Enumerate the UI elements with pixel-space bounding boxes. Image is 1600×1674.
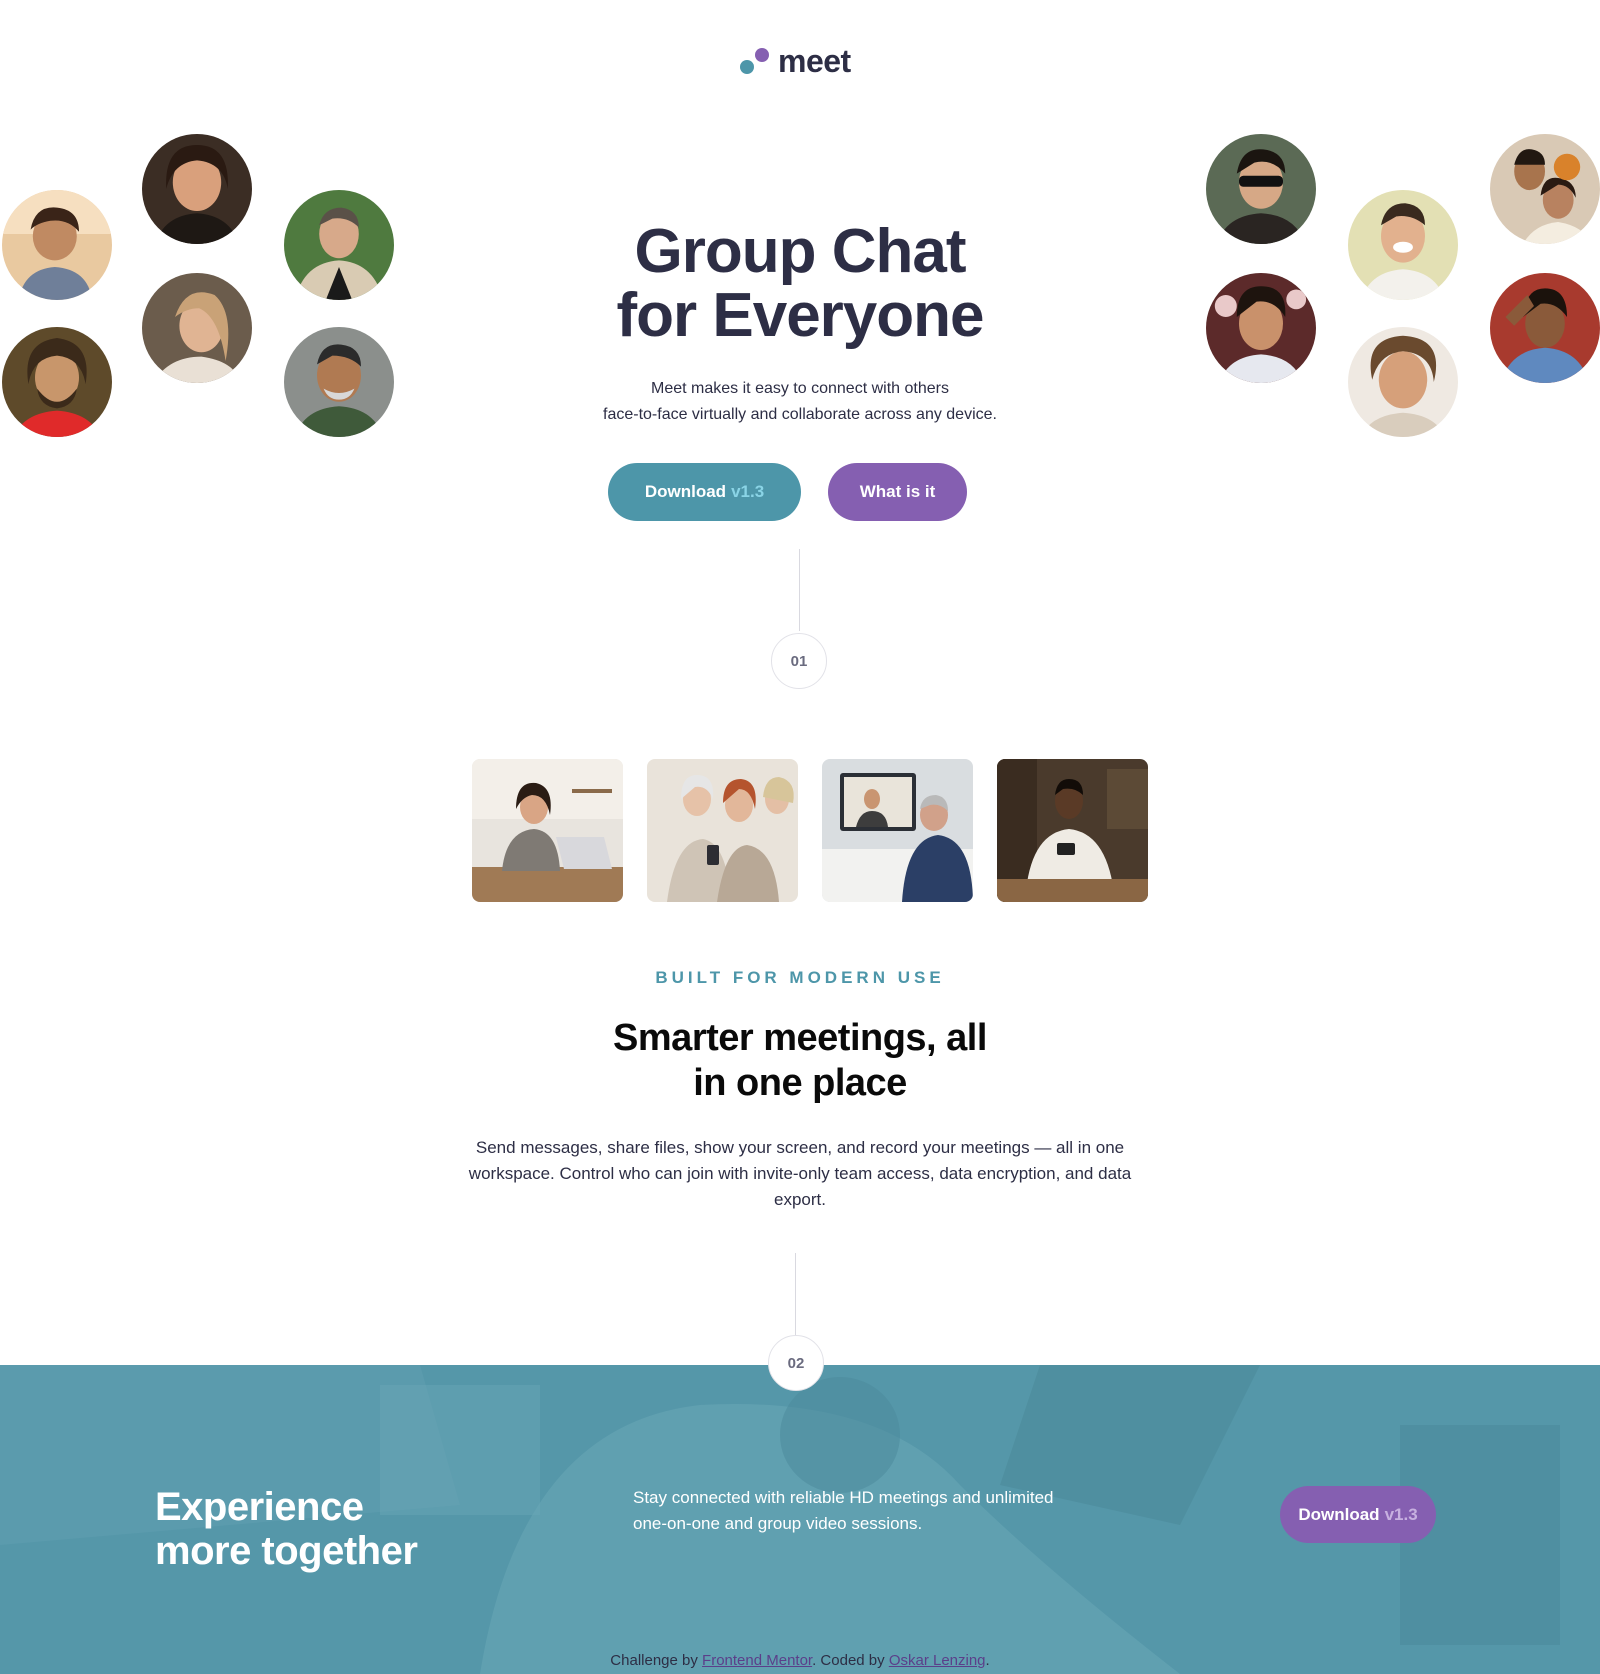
divider-line: [799, 549, 800, 631]
logo[interactable]: meet: [740, 44, 851, 78]
avatar: [142, 134, 252, 244]
band-description: Stay connected with reliable HD meetings…: [633, 1485, 1103, 1537]
step-marker-02: 02: [768, 1335, 824, 1391]
band-download-button[interactable]: Download v1.3: [1280, 1486, 1436, 1543]
download-label: Download: [644, 482, 727, 501]
avatar: [1206, 134, 1316, 244]
logo-mark-icon: [740, 44, 770, 78]
avatar: [142, 273, 252, 383]
section-eyebrow: BUILT FOR MODERN USE: [655, 968, 945, 987]
download-button[interactable]: Download v1.3: [608, 463, 801, 521]
attribution-suffix: .: [985, 1652, 990, 1669]
cta-band: Experience more together Stay connected …: [0, 1365, 1600, 1674]
section-title-line1: Smarter meetings, all: [613, 1017, 987, 1059]
avatar: [1490, 273, 1600, 383]
frontend-mentor-link[interactable]: Frontend Mentor: [702, 1652, 812, 1669]
what-is-it-label: What is it: [859, 482, 936, 501]
hero-title-line2: for Everyone: [616, 281, 984, 350]
avatar: [1206, 273, 1316, 383]
avatar: [1490, 134, 1600, 244]
section-description: Send messages, share files, show your sc…: [468, 1138, 1132, 1209]
photo-man-with-phone: [997, 759, 1148, 902]
hero-title: Group Chat for Everyone: [550, 220, 1050, 348]
band-text-line1: Stay connected with reliable HD meetings…: [633, 1488, 1054, 1507]
author-link[interactable]: Oskar Lenzing: [889, 1652, 986, 1669]
logo-text: meet: [778, 43, 851, 79]
photo-women-with-phone: [647, 759, 798, 902]
band-title-line1: Experience: [155, 1485, 364, 1529]
hero-text-line2: face-to-face virtually and collaborate a…: [603, 406, 997, 423]
attribution-prefix: Challenge by: [610, 1652, 698, 1669]
avatar: [284, 190, 394, 300]
avatar: [2, 190, 112, 300]
attribution: Challenge by Frontend Mentor. Coded by O…: [0, 1652, 1600, 1669]
band-title: Experience more together: [155, 1485, 475, 1573]
avatar: [2, 327, 112, 437]
divider-line: [795, 1253, 796, 1335]
avatar: [284, 327, 394, 437]
band-download-label: Download: [1298, 1504, 1380, 1524]
step-marker-01: 01: [771, 633, 827, 689]
attribution-middle: . Coded by: [812, 1652, 885, 1669]
avatar: [1348, 327, 1458, 437]
download-version: v1.3: [731, 482, 765, 501]
photo-woman-at-laptop: [472, 759, 623, 902]
hero-title-line1: Group Chat: [634, 217, 967, 286]
hero-text-line1: Meet makes it easy to connect with other…: [651, 380, 949, 397]
avatar: [1348, 190, 1458, 300]
section-title: Smarter meetings, all in one place: [560, 1016, 1040, 1106]
band-download-version: v1.3: [1384, 1504, 1418, 1524]
hero-description: Meet makes it easy to connect with other…: [560, 376, 1040, 428]
band-text-line2: one-on-one and group video sessions.: [633, 1514, 923, 1533]
photo-video-call: [822, 759, 973, 902]
section-title-line2: in one place: [693, 1062, 907, 1104]
band-title-line2: more together: [155, 1529, 418, 1573]
what-is-it-button[interactable]: What is it: [828, 463, 967, 521]
